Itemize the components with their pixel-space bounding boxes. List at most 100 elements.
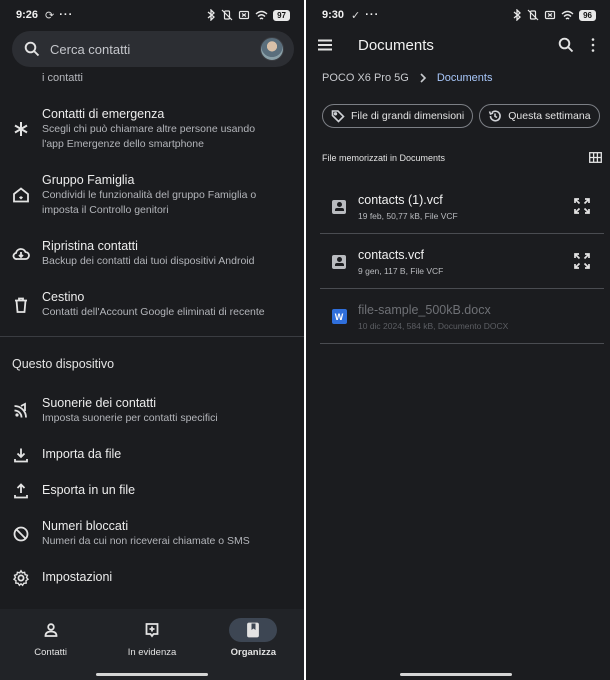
nav-label: In evidenza <box>127 647 177 658</box>
menu-item-title: Impostazioni <box>42 570 113 584</box>
no-sim-icon <box>238 10 250 20</box>
menu-item-title: Suonerie dei contatti <box>42 396 156 410</box>
file-row[interactable]: contacts (1).vcf 19 feb, 50,77 kB, File … <box>320 180 604 234</box>
file-row[interactable]: contacts.vcf 9 gen, 117 B, File VCF <box>320 235 604 289</box>
menu-item-title: Gruppo Famiglia <box>42 173 135 187</box>
menu-icon[interactable] <box>316 36 334 54</box>
menu-item-subtitle: Contatti dell'Account Google eliminati d… <box>42 306 265 318</box>
menu-item-subtitle: Imposta suonerie per contatti specifici <box>42 412 218 424</box>
file-meta: 9 gen, 117 B, File VCF <box>358 265 444 276</box>
cloud-download-icon <box>12 248 30 260</box>
menu-item-title: Contatti di emergenza <box>42 107 165 121</box>
asterisk-icon <box>14 122 28 136</box>
menu-item-settings[interactable]: Impostazioni <box>0 569 304 587</box>
gesture-bar[interactable] <box>96 673 208 676</box>
bottom-navigation: Contatti In evidenza Organizza <box>0 608 304 680</box>
filter-chips: File di grandi dimensioni Questa settima… <box>322 104 600 128</box>
bookmark-icon <box>247 622 260 638</box>
vibrate-off-icon <box>221 9 233 21</box>
sync-icon: ⟳ <box>45 9 55 22</box>
menu-item-import-file[interactable]: Importa da file <box>0 446 304 464</box>
history-icon <box>488 110 502 122</box>
status-icons: 96 <box>512 9 596 21</box>
status-icons: 97 <box>206 9 290 21</box>
menu-item-subtitle: Condividi le funzionalità del gruppo Fam… <box>42 189 257 216</box>
search-icon[interactable] <box>558 37 574 53</box>
nav-label: Organizza <box>230 647 277 658</box>
status-time: 9:26 <box>16 9 39 21</box>
contacts-screen: 9:26 ⟳ ··· 97 Cerca contatti i contatti … <box>0 0 304 680</box>
file-meta: 19 feb, 50,77 kB, File VCF <box>358 210 458 221</box>
gear-icon <box>12 569 30 587</box>
no-sim-icon <box>544 10 556 20</box>
menu-item-family-group[interactable]: Gruppo Famiglia Condividi le funzionalit… <box>0 172 304 218</box>
search-bar[interactable]: Cerca contatti <box>12 31 294 67</box>
tag-icon <box>331 110 345 123</box>
menu-item-blocked-numbers[interactable]: Numeri bloccati Numeri da cui non riceve… <box>0 518 304 549</box>
nav-organize[interactable]: Organizza <box>203 609 304 680</box>
status-bar: 9:30 ✓ ··· 96 <box>306 0 610 30</box>
chip-this-week[interactable]: Questa settimana <box>479 104 600 128</box>
open-preview-button[interactable] <box>572 196 594 218</box>
bluetooth-icon <box>513 9 522 21</box>
breadcrumb: POCO X6 Pro 5G Documents <box>322 72 492 84</box>
top-app-bar: Documents <box>306 30 610 60</box>
nav-label: Contatti <box>34 647 68 658</box>
check-icon: ✓ <box>351 9 361 22</box>
chip-large-files[interactable]: File di grandi dimensioni <box>322 104 474 128</box>
documents-screen: 9:30 ✓ ··· 96 Documents POCO X6 Pro 5G D… <box>306 0 610 680</box>
family-home-icon <box>13 187 29 203</box>
breadcrumb-root[interactable]: POCO X6 Pro 5G <box>322 72 409 84</box>
section-divider <box>0 336 304 337</box>
wifi-icon <box>561 10 574 20</box>
upload-icon <box>14 483 28 499</box>
ringtone-icon <box>14 402 27 418</box>
menu-item-contact-ringtones[interactable]: Suonerie dei contatti Imposta suonerie p… <box>0 395 304 426</box>
menu-item-title: Importa da file <box>42 447 122 461</box>
status-time: 9:30 <box>322 9 345 21</box>
fullscreen-icon <box>574 197 590 214</box>
block-icon <box>13 526 29 542</box>
bluetooth-icon <box>207 9 216 21</box>
grid-view-icon[interactable] <box>589 152 602 163</box>
highlight-icon <box>145 623 159 638</box>
menu-item-title: Ripristina contatti <box>42 239 138 253</box>
battery-indicator: 96 <box>579 9 596 21</box>
menu-item-title: Numeri bloccati <box>42 519 129 533</box>
menu-item-emergency-contacts[interactable]: Contatti di emergenza Scegli chi può chi… <box>0 106 304 152</box>
search-icon <box>24 41 40 57</box>
file-list-title: File memorizzati in Documents <box>322 152 446 163</box>
menu-item-restore-contacts[interactable]: Ripristina contatti Backup dei contatti … <box>0 238 304 269</box>
more-notifications-icon: ··· <box>365 9 380 21</box>
chip-label: Questa settimana <box>508 110 591 122</box>
status-bar: 9:26 ⟳ ··· 97 <box>0 0 304 30</box>
file-meta: 10 dic 2024, 584 kB, Documento DOCX <box>358 320 509 331</box>
menu-item-title: Esporta in un file <box>42 483 136 497</box>
fullscreen-icon <box>574 252 590 269</box>
more-vert-icon[interactable] <box>590 37 596 53</box>
file-name: contacts.vcf <box>358 247 424 262</box>
section-title: Questo dispositivo <box>12 357 115 371</box>
contact-card-icon <box>332 199 346 214</box>
menu-item-export-file[interactable]: Esporta in un file <box>0 482 304 500</box>
gesture-bar[interactable] <box>400 673 512 676</box>
menu-item-subtitle: Scegli chi può chiamare altre persone us… <box>42 123 256 150</box>
file-name: file-sample_500kB.docx <box>358 302 491 317</box>
vibrate-off-icon <box>527 9 539 21</box>
nav-contacts[interactable]: Contatti <box>0 609 101 680</box>
more-notifications-icon: ··· <box>59 9 74 21</box>
menu-item-trash[interactable]: Cestino Contatti dell'Account Google eli… <box>0 289 304 320</box>
breadcrumb-current[interactable]: Documents <box>437 72 493 84</box>
account-avatar[interactable] <box>260 37 284 61</box>
word-doc-icon: W <box>331 309 347 324</box>
contact-card-icon <box>332 254 346 269</box>
person-icon <box>44 623 58 637</box>
file-name: contacts (1).vcf <box>358 192 443 207</box>
file-row-disabled[interactable]: W file-sample_500kB.docx 10 dic 2024, 58… <box>320 290 604 344</box>
trash-icon <box>15 297 27 313</box>
battery-indicator: 97 <box>273 9 290 21</box>
nav-highlights[interactable]: In evidenza <box>101 609 202 680</box>
wifi-icon <box>255 10 268 20</box>
menu-item-subtitle: Backup dei contatti dai tuoi dispositivi… <box>42 255 255 267</box>
open-preview-button[interactable] <box>572 251 594 273</box>
